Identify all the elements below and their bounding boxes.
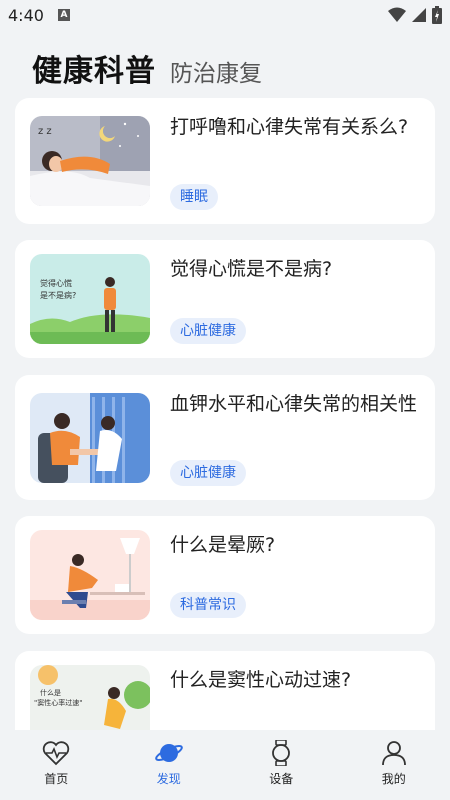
signal-icon xyxy=(412,8,426,22)
nav-label: 我的 xyxy=(381,772,406,786)
status-icons xyxy=(388,6,442,24)
thumbnail-text-line1: 觉得心慌 xyxy=(40,278,72,288)
nav-label: 设备 xyxy=(269,772,294,786)
nav-label: 发现 xyxy=(156,772,181,786)
nav-label: 首页 xyxy=(44,772,69,786)
nav-device[interactable]: 设备 xyxy=(225,730,338,800)
article-tag: 心脏健康 xyxy=(170,460,246,486)
page-header: 健康科普 防治康复 xyxy=(32,46,262,90)
user-icon xyxy=(381,741,406,766)
status-time: 4:40 xyxy=(8,5,44,25)
article-title: 血钾水平和心律失常的相关性 xyxy=(170,393,418,415)
article-title: 什么是窦性心动过速? xyxy=(170,669,352,691)
svg-text:z z: z z xyxy=(38,126,52,137)
article-card[interactable]: 觉得心慌 是不是病? 觉得心慌是不是病? 心脏健康 xyxy=(15,240,435,358)
bottom-navigation: 首页 发现 设备 我的 xyxy=(0,730,450,800)
page-subtitle[interactable]: 防治康复 xyxy=(170,54,262,88)
nav-home[interactable]: 首页 xyxy=(0,730,113,800)
article-thumbnail-sleep: z z xyxy=(30,116,150,206)
heart-pulse-icon xyxy=(43,741,70,766)
wifi-icon xyxy=(388,7,406,22)
article-thumbnail-potassium xyxy=(30,393,150,483)
thumbnail-text-line2: "窦性心率过速" xyxy=(34,698,82,707)
nav-profile[interactable]: 我的 xyxy=(338,730,450,800)
nav-discover[interactable]: 发现 xyxy=(113,730,226,800)
article-thumbnail-syncope xyxy=(30,530,150,620)
article-thumbnail-palpitation: 觉得心慌 是不是病? xyxy=(30,254,150,344)
article-tag: 科普常识 xyxy=(170,592,246,618)
article-card[interactable]: 血钾水平和心律失常的相关性 心脏健康 xyxy=(15,375,435,500)
article-title: 打呼噜和心律失常有关系么? xyxy=(170,116,409,138)
notification-a-icon: A xyxy=(57,9,70,21)
watch-icon xyxy=(272,740,291,766)
thumbnail-text-line1: 什么是 xyxy=(40,688,61,697)
article-card[interactable]: 什么是晕厥? 科普常识 xyxy=(15,516,435,634)
article-tag: 心脏健康 xyxy=(170,318,246,344)
status-bar: 4:40 A xyxy=(0,0,450,30)
thumbnail-text-line2: 是不是病? xyxy=(40,290,76,300)
article-title: 觉得心慌是不是病? xyxy=(170,258,333,280)
battery-icon xyxy=(432,6,442,24)
article-tag: 睡眠 xyxy=(170,184,218,210)
planet-icon xyxy=(154,744,183,762)
article-title: 什么是晕厥? xyxy=(170,534,276,556)
article-card[interactable]: z z 打呼噜和心律失常有关系么? 睡眠 xyxy=(15,98,435,224)
page-title: 健康科普 xyxy=(32,54,156,89)
